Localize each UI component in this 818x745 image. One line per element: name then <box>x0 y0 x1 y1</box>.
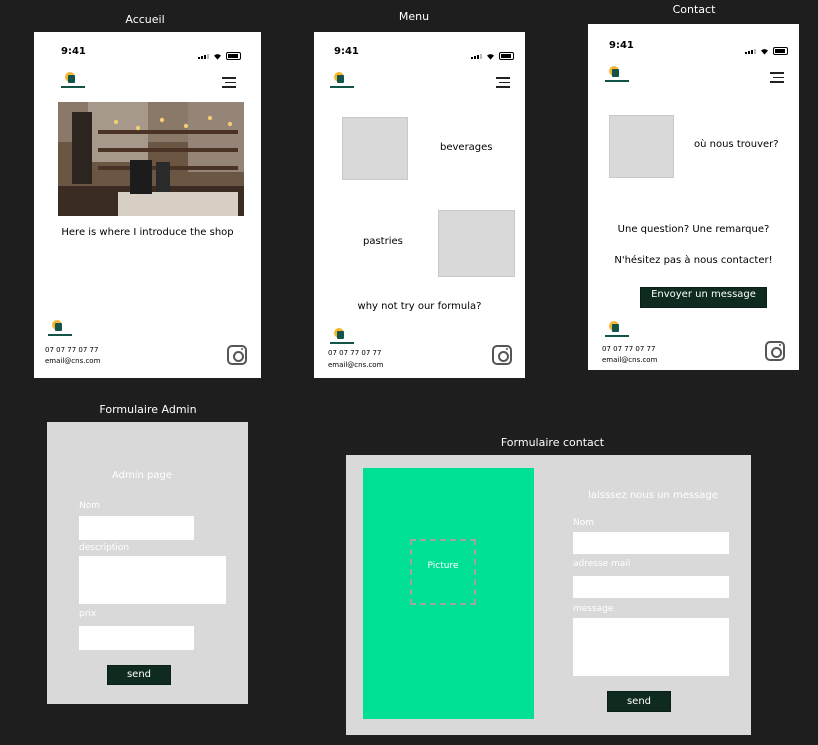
message-label: message <box>573 604 614 614</box>
wifi-icon <box>761 48 768 55</box>
send-message-button[interactable]: Envoyer un message <box>640 287 767 308</box>
picture-label: Picture <box>427 561 459 571</box>
admin-send-button[interactable]: send <box>107 665 171 685</box>
map-placeholder <box>609 115 674 178</box>
battery-icon <box>773 47 788 55</box>
contact-send-button[interactable]: send <box>607 691 671 712</box>
logo-icon <box>605 66 629 82</box>
footer-logo-icon <box>330 328 354 344</box>
pastries-image-placeholder <box>438 210 515 277</box>
footer-email: email@cns.com <box>45 357 101 365</box>
footer-email: email@cns.com <box>602 356 658 364</box>
status-icons <box>198 52 241 60</box>
signal-icon <box>198 53 209 59</box>
admin-heading: Admin page <box>111 470 173 481</box>
name-input[interactable] <box>79 516 194 540</box>
picture-panel: Picture <box>363 468 534 719</box>
instagram-icon[interactable] <box>765 341 785 361</box>
beverages-label[interactable]: beverages <box>440 142 493 153</box>
footer-logo-icon <box>605 321 629 337</box>
footer-email: email@cns.com <box>328 361 384 369</box>
wifi-icon <box>214 53 221 60</box>
hamburger-menu-icon[interactable] <box>222 77 236 88</box>
intro-text: Here is where I introduce the shop <box>61 227 234 238</box>
instagram-icon[interactable] <box>227 345 247 365</box>
name-label: Nom <box>573 518 595 528</box>
frame-title-contact-form: Formulaire contact <box>500 436 605 449</box>
email-input[interactable] <box>573 576 729 598</box>
question-text: Une question? Une remarque? <box>617 224 770 235</box>
battery-icon <box>226 52 241 60</box>
cafe-photo <box>58 102 244 216</box>
message-input[interactable] <box>573 618 729 676</box>
status-time: 9:41 <box>609 40 634 51</box>
logo-icon <box>330 72 354 88</box>
frame-title-contact: Contact <box>672 3 716 16</box>
contact-form-panel: Picture laisssez nous un message Nom adr… <box>346 455 751 735</box>
frame-title-menu: Menu <box>398 10 430 23</box>
formula-text: why not try our formula? <box>357 301 482 312</box>
admin-form-panel: Admin page Nom description prix send <box>47 422 248 704</box>
battery-icon <box>499 52 514 60</box>
contact-invite-text: N'hésitez pas à nous contacter! <box>614 255 773 266</box>
pastries-label[interactable]: pastries <box>363 236 403 247</box>
email-label: adresse mail <box>573 559 631 569</box>
find-us-label: où nous trouver? <box>694 139 779 150</box>
price-label: prix <box>79 609 97 619</box>
frame-title-admin-form: Formulaire Admin <box>99 403 197 416</box>
accueil-screen: 9:41 Here is where I introduce the shop … <box>34 32 261 378</box>
status-icons <box>471 52 514 60</box>
frame-title-accueil: Accueil <box>125 13 165 26</box>
description-label: description <box>79 543 130 553</box>
description-input[interactable] <box>79 556 226 604</box>
price-input[interactable] <box>79 626 194 650</box>
signal-icon <box>745 48 756 54</box>
name-label: Nom <box>79 501 101 511</box>
footer-phone: 07 07 77 07 77 <box>602 345 656 353</box>
footer-logo-icon <box>48 320 72 336</box>
logo-icon <box>61 72 85 88</box>
name-input[interactable] <box>573 532 729 554</box>
contact-screen: 9:41 où nous trouver? Une question? Une … <box>588 24 799 370</box>
status-time: 9:41 <box>334 46 359 57</box>
contact-form-heading: laisssez nous un message <box>588 490 718 501</box>
instagram-icon[interactable] <box>492 345 512 365</box>
wifi-icon <box>487 53 494 60</box>
beverages-image-placeholder <box>342 117 408 180</box>
status-icons <box>745 47 788 55</box>
signal-icon <box>471 53 482 59</box>
hamburger-menu-icon[interactable] <box>496 77 510 88</box>
menu-screen: 9:41 beverages pastries why not try our … <box>314 32 525 378</box>
status-time: 9:41 <box>61 46 86 57</box>
hamburger-menu-icon[interactable] <box>770 72 784 83</box>
footer-phone: 07 07 77 07 77 <box>328 349 382 357</box>
footer-phone: 07 07 77 07 77 <box>45 346 99 354</box>
picture-placeholder: Picture <box>410 539 476 605</box>
